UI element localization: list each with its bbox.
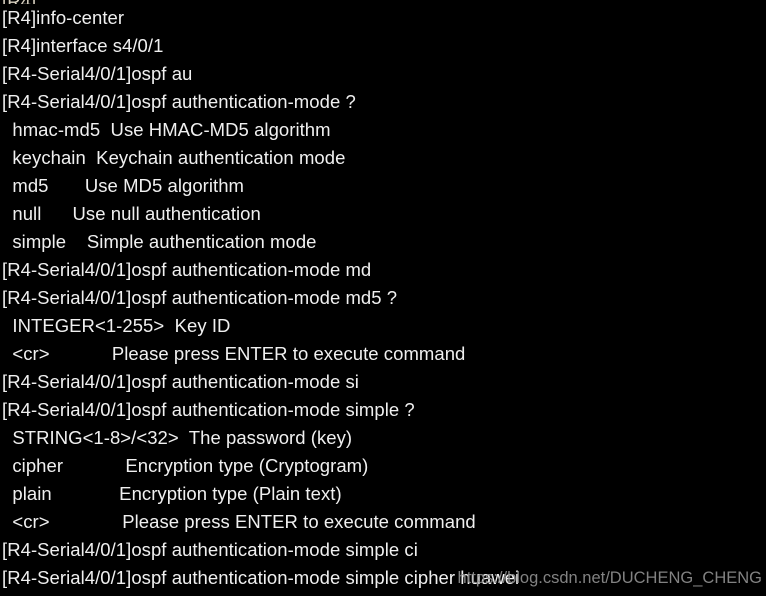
terminal-line: [R4-Serial4/0/1]ospf au [2, 63, 193, 84]
terminal-line: keychain Keychain authentication mode [2, 147, 346, 168]
terminal-line: plain Encryption type (Plain text) [2, 483, 342, 504]
terminal-line: <cr> Please press ENTER to execute comma… [2, 343, 466, 364]
terminal-line: <cr> Please press ENTER to execute comma… [2, 511, 476, 532]
terminal-line: [R4-Serial4/0/1]ospf authentication-mode… [2, 399, 415, 420]
terminal-line: [R4-Serial4/0/1]ospf authentication-mode… [2, 567, 520, 588]
terminal-line: [R4-Serial4/0/1]ospf authentication-mode… [2, 287, 398, 308]
terminal-window[interactable]: [R4][R4]info-center[R4]interface s4/0/1[… [0, 0, 766, 596]
terminal-line: [R4-Serial4/0/1]ospf authentication-mode… [2, 259, 372, 280]
terminal-line: hmac-md5 Use HMAC-MD5 algorithm [2, 119, 331, 140]
terminal-line: [R4]info-center [2, 7, 125, 28]
terminal-line: cipher Encryption type (Cryptogram) [2, 455, 369, 476]
terminal-output: [R4][R4]info-center[R4]interface s4/0/1[… [0, 0, 766, 592]
terminal-line: [R4-Serial4/0/1]ospf authentication-mode… [2, 539, 418, 560]
terminal-line: STRING<1-8>/<32> The password (key) [2, 427, 353, 448]
terminal-line: [R4]interface s4/0/1 [2, 35, 164, 56]
terminal-line: null Use null authentication [2, 203, 261, 224]
terminal-line: [R4-Serial4/0/1]ospf authentication-mode… [2, 91, 356, 112]
terminal-line: simple Simple authentication mode [2, 231, 317, 252]
terminal-line: md5 Use MD5 algorithm [2, 175, 245, 196]
terminal-line: INTEGER<1-255> Key ID [2, 315, 231, 336]
terminal-line: [R4-Serial4/0/1]ospf authentication-mode… [2, 371, 359, 392]
